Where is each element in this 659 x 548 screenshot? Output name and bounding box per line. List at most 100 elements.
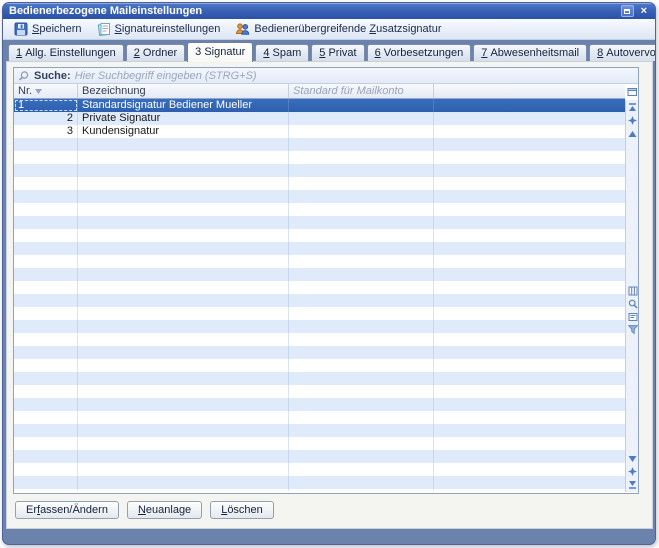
row-standard-cell (289, 242, 434, 255)
search-row: Suche: (14, 68, 638, 84)
row-bezeichnung-cell (78, 346, 289, 359)
tab-spam[interactable]: 4 Spam (255, 44, 309, 61)
page-up-icon[interactable] (627, 115, 638, 126)
row-standard-cell (289, 216, 434, 229)
title-bar[interactable]: Bedienerbezogene Maileinstellungen × (3, 3, 655, 19)
row-bezeichnung-cell (78, 203, 289, 216)
row-number-cell[interactable]: 1 (14, 99, 78, 112)
column-header-standard-mailkonto[interactable]: Standard für Mailkonto (289, 84, 434, 98)
table-row-empty[interactable] (14, 294, 625, 307)
scroll-to-bottom-icon[interactable] (627, 479, 638, 490)
table-row-empty[interactable] (14, 190, 625, 203)
table-row-empty[interactable] (14, 320, 625, 333)
table-row-selected[interactable]: 1 Standardsignatur Bediener Mueller (14, 99, 625, 112)
row-bezeichnung-cell (78, 411, 289, 424)
row-standard-cell (289, 229, 434, 242)
row-standard-cell (289, 268, 434, 281)
table-row-empty[interactable] (14, 333, 625, 346)
search-input[interactable] (75, 69, 634, 83)
row-bezeichnung-cell (78, 476, 289, 489)
table-row-empty[interactable] (14, 281, 625, 294)
tab-ordner[interactable]: 2 Ordner (126, 44, 185, 61)
table-row-empty[interactable] (14, 463, 625, 476)
row-number-cell (14, 242, 78, 255)
tab-autovervollstaendigung[interactable]: 8 Autovervollständigung (589, 44, 656, 61)
prev-row-icon[interactable] (627, 128, 638, 139)
table-row-empty[interactable] (14, 398, 625, 411)
filter-icon[interactable] (627, 324, 638, 335)
row-standard-cell[interactable] (289, 125, 434, 138)
row-bezeichnung-cell (78, 164, 289, 177)
loeschen-button[interactable]: Löschen (210, 501, 274, 519)
row-number-cell (14, 437, 78, 450)
tab-allg-einstellungen[interactable]: 1 Allg. Einstellungen (8, 44, 124, 61)
tab-signatur[interactable]: 3 Signatur (187, 42, 253, 62)
table-row-empty[interactable] (14, 229, 625, 242)
row-extra-cell[interactable] (434, 112, 625, 125)
summary-icon[interactable] (627, 311, 638, 322)
column-header-extra[interactable] (434, 84, 625, 98)
row-bezeichnung-cell (78, 359, 289, 372)
table-row[interactable]: 2 Private Signatur (14, 112, 625, 125)
row-bezeichnung-cell (78, 242, 289, 255)
row-number-cell[interactable]: 3 (14, 125, 78, 138)
row-extra-cell[interactable] (434, 99, 625, 112)
multi-user-signature-icon (235, 22, 250, 36)
table-row-empty[interactable] (14, 242, 625, 255)
tab-privat[interactable]: 5 Privat (311, 44, 364, 61)
row-bezeichnung-cell[interactable]: Private Signatur (78, 112, 289, 125)
column-grid-icon[interactable] (627, 285, 638, 296)
table-row-empty[interactable] (14, 411, 625, 424)
cross-operator-signature-button[interactable]: Bedienerübergreifende Zusatzsignatur (235, 22, 441, 36)
restore-icon[interactable] (621, 5, 634, 17)
row-number-cell[interactable]: 2 (14, 112, 78, 125)
table-row-empty[interactable] (14, 372, 625, 385)
table-row-empty[interactable] (14, 437, 625, 450)
row-number-cell (14, 320, 78, 333)
table-row-empty[interactable] (14, 359, 625, 372)
column-header-nr[interactable]: Nr. (14, 84, 78, 98)
table-row-empty[interactable] (14, 203, 625, 216)
row-extra-cell[interactable] (434, 125, 625, 138)
tab-abwesenheitsmail[interactable]: 7 Abwesenheitsmail (473, 44, 587, 61)
scroll-to-top-icon[interactable] (627, 102, 638, 113)
row-number-cell (14, 489, 78, 491)
table-row-empty[interactable] (14, 385, 625, 398)
table-row-empty[interactable] (14, 476, 625, 489)
row-number-cell (14, 398, 78, 411)
next-row-icon[interactable] (627, 453, 638, 464)
column-chooser-icon[interactable] (627, 86, 638, 97)
table-row-empty[interactable] (14, 255, 625, 268)
row-bezeichnung-cell[interactable]: Kundensignatur (78, 125, 289, 138)
row-standard-cell[interactable] (289, 99, 434, 112)
page-down-icon[interactable] (627, 466, 638, 477)
table-row-empty[interactable] (14, 164, 625, 177)
row-number-cell (14, 372, 78, 385)
row-number-cell (14, 229, 78, 242)
save-button[interactable]: Speichern (14, 22, 82, 36)
zoom-icon[interactable] (627, 298, 638, 309)
close-icon[interactable]: × (639, 5, 649, 17)
table-row-empty[interactable] (14, 138, 625, 151)
neuanlage-button[interactable]: Neuanlage (127, 501, 202, 519)
erfassen-aendern-button[interactable]: Erfassen/Ändern (15, 501, 119, 519)
row-number-cell (14, 385, 78, 398)
table-row-empty[interactable] (14, 151, 625, 164)
row-standard-cell[interactable] (289, 112, 434, 125)
table-row-empty[interactable] (14, 489, 625, 491)
table-row[interactable]: 3 Kundensignatur (14, 125, 625, 138)
table-row-empty[interactable] (14, 450, 625, 463)
row-standard-cell (289, 151, 434, 164)
column-header-bezeichnung[interactable]: Bezeichnung (78, 84, 289, 98)
table-row-empty[interactable] (14, 346, 625, 359)
table-row-empty[interactable] (14, 307, 625, 320)
row-bezeichnung-cell[interactable]: Standardsignatur Bediener Mueller (78, 99, 289, 112)
table-row-empty[interactable] (14, 268, 625, 281)
table-row-empty[interactable] (14, 216, 625, 229)
row-number-cell (14, 294, 78, 307)
table-row-empty[interactable] (14, 424, 625, 437)
signature-settings-button[interactable]: Signatureinstellungen (97, 22, 221, 36)
table-row-empty[interactable] (14, 177, 625, 190)
tab-vorbesetzungen[interactable]: 6 Vorbesetzungen (367, 44, 472, 61)
row-standard-cell (289, 320, 434, 333)
